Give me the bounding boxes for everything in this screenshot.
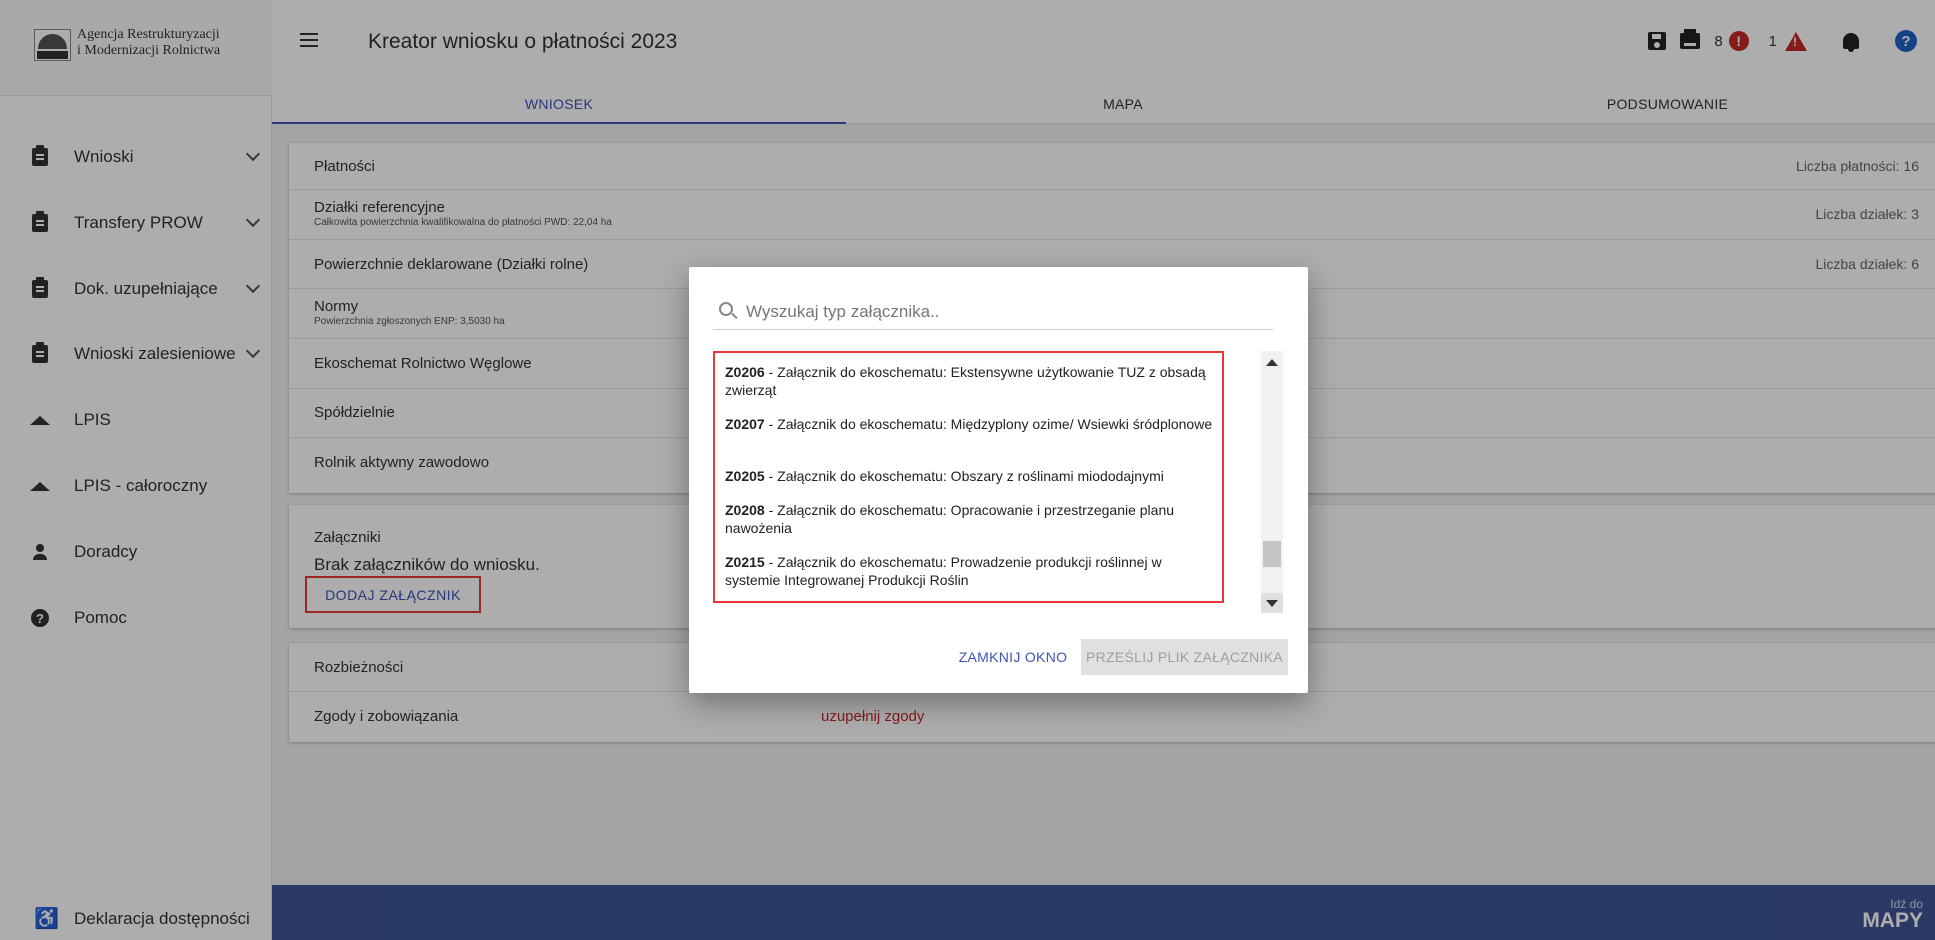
item-text: - Załącznik do ekoschematu: Ekstensywne … <box>725 364 1206 398</box>
list-item[interactable]: Z0205 - Załącznik do ekoschematu: Obszar… <box>725 467 1220 485</box>
item-code: Z0206 <box>725 364 765 380</box>
list-scrollbar[interactable] <box>1261 351 1283 613</box>
item-text: - Załącznik do ekoschematu: Prowadzenie … <box>725 554 1162 588</box>
list-item[interactable]: Z0206 - Załącznik do ekoschematu: Eksten… <box>725 363 1220 399</box>
close-dialog-button[interactable]: ZAMKNIJ OKNO <box>953 639 1073 675</box>
item-code: Z0208 <box>725 502 765 518</box>
search-icon <box>719 302 733 316</box>
scroll-thumb[interactable] <box>1263 541 1281 567</box>
attachment-type-list: Z0206 - Załącznik do ekoschematu: Eksten… <box>713 339 1285 625</box>
item-text: - Załącznik do ekoschematu: Obszary z ro… <box>764 468 1164 484</box>
scroll-up-icon[interactable] <box>1266 359 1278 366</box>
item-text: - Załącznik do ekoschematu: Międzyplony … <box>764 416 1213 432</box>
item-code: Z0207 <box>725 416 765 432</box>
item-code: Z0215 <box>725 554 765 570</box>
item-text: - Załącznik do ekoschematu: Opracowanie … <box>725 502 1175 536</box>
list-item[interactable]: Z0215 - Załącznik do ekoschematu: Prowad… <box>725 553 1220 589</box>
item-code: Z0205 <box>725 468 765 484</box>
attachment-search-input[interactable] <box>746 297 1266 327</box>
upload-attachment-button[interactable]: PRZEŚLIJ PLIK ZAŁĄCZNIKA <box>1081 639 1288 675</box>
scroll-down-icon[interactable] <box>1261 593 1283 613</box>
highlighted-options-box: Z0206 - Załącznik do ekoschematu: Eksten… <box>713 351 1224 603</box>
attachment-search <box>713 297 1273 330</box>
list-item[interactable]: Z0207 - Załącznik do ekoschematu: Między… <box>725 415 1220 433</box>
attachment-type-dialog: Z0206 - Załącznik do ekoschematu: Eksten… <box>689 267 1308 693</box>
list-item[interactable]: Z0208 - Załącznik do ekoschematu: Opraco… <box>725 501 1220 537</box>
